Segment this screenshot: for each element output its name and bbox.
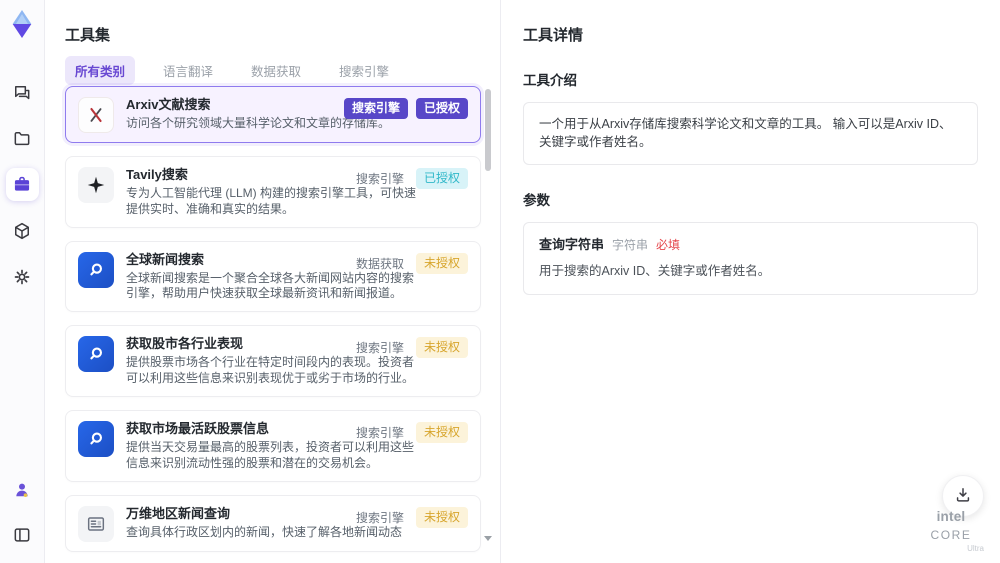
auth-status-badge: 未授权 (415, 252, 468, 274)
rail-nav (5, 76, 39, 293)
tool-card-active-stocks[interactable]: 获取市场最活跃股票信息 提供当天交易量最高的股票列表，投资者可以利用这些信息来识… (65, 409, 481, 482)
parameter-name: 查询字符串 (539, 237, 605, 252)
tool-card-global-news[interactable]: 全球新闻搜索 全球新闻搜索是一个聚合全球各大新闻网站内容的搜索引擎，帮助用户快速… (65, 240, 481, 313)
tool-description: 提供股票市场各个行业在特定时间段内的表现。投资者可以利用这些信息来识别表现优于或… (126, 355, 415, 386)
tool-card-sector-performance[interactable]: 获取股市各行业表现 提供股票市场各个行业在特定时间段内的表现。投资者可以利用这些… (65, 325, 481, 397)
tool-badges: 搜索引擎 已授权 (343, 98, 468, 119)
news-search-icon (78, 251, 114, 288)
tool-card-arxiv[interactable]: Arxiv文献搜索 访问各个研究领域大量科学论文和文章的存储库。 搜索引擎 已授… (65, 86, 481, 143)
params-section-heading: 参数 (523, 193, 550, 208)
list-scrollbar[interactable] (484, 88, 492, 555)
tavily-star-icon (78, 167, 114, 203)
brand-intel-text: intel (936, 509, 966, 525)
cube-icon (12, 221, 32, 241)
tool-card-list: Arxiv文献搜索 访问各个研究领域大量科学论文和文章的存储库。 搜索引擎 已授… (65, 86, 481, 552)
folder-nav-button[interactable] (6, 122, 39, 155)
tool-description: 全球新闻搜索是一个聚合全球各大新闻网站内容的搜索引擎，帮助用户快速获取全球最新资… (126, 270, 415, 301)
stock-search-icon (78, 420, 114, 457)
parameter-description: 用于搜索的Arxiv ID、关键字或作者姓名。 (539, 264, 771, 279)
auth-status-badge: 未授权 (415, 506, 468, 528)
toolset-nav-button[interactable] (5, 168, 39, 201)
auth-status-badge: 未授权 (415, 337, 468, 359)
tool-card-regional-news[interactable]: 万维地区新闻查询 查询具体行政区划内的新闻，快速了解各地新闻动态 搜索引擎 未授… (65, 494, 481, 552)
toolset-pane: 工具集 所有类别 语言翻译 数据获取 搜索引擎 Arxiv文献搜索 访问各个研究… (45, 0, 500, 563)
tab-all-categories[interactable]: 所有类别 (65, 56, 136, 85)
category-label: 搜索引擎 (355, 425, 404, 440)
parameter-type: 字符串 (612, 238, 649, 252)
user-avatar-icon (12, 480, 32, 500)
gear-icon (12, 267, 32, 287)
models-nav-button[interactable] (6, 214, 39, 247)
tool-badges: 数据获取 未授权 (355, 252, 468, 274)
chat-icon (12, 83, 32, 103)
auth-status-badge: 已授权 (415, 98, 468, 119)
category-label: 搜索引擎 (355, 341, 404, 356)
category-tabs: 所有类别 语言翻译 数据获取 搜索引擎 (65, 56, 399, 85)
tool-badges: 搜索引擎 未授权 (355, 421, 468, 443)
tool-description: 提供当天交易量最高的股票列表，投资者可以利用这些信息来识别流动性强的股票和潜在的… (126, 439, 415, 470)
tool-card-tavily[interactable]: Tavily搜索 专为人工智能代理 (LLM) 构建的搜索引擎工具，可快速提供实… (65, 156, 481, 228)
folder-icon (12, 129, 32, 149)
parameter-box: 查询字符串 字符串 必填 用于搜索的Arxiv ID、关键字或作者姓名。 (523, 222, 978, 295)
intel-core-logo: intel CORE Ultra (914, 508, 988, 554)
tab-search-engine[interactable]: 搜索引擎 (329, 56, 399, 85)
download-icon (953, 485, 973, 508)
app-logo[interactable] (6, 8, 38, 40)
detail-title: 工具详情 (523, 27, 584, 44)
brand-ultra-text: Ultra (967, 544, 984, 554)
tool-detail-pane: 工具详情 工具介绍 一个用于从Arxiv存储库搜索科学论文和文章的工具。 输入可… (500, 0, 1000, 563)
category-label: 数据获取 (355, 256, 404, 271)
auth-status-badge: 未授权 (415, 421, 468, 443)
tool-intro-text: 一个用于从Arxiv存储库搜索科学论文和文章的工具。 输入可以是Arxiv ID… (539, 117, 952, 149)
brand-core-text: CORE (930, 527, 972, 542)
account-button[interactable] (6, 473, 39, 506)
tab-data-acquisition[interactable]: 数据获取 (241, 56, 311, 85)
collapse-panel-button[interactable] (6, 518, 39, 551)
category-label: 搜索引擎 (355, 172, 404, 186)
arxiv-logo-icon (78, 97, 114, 133)
settings-nav-button[interactable] (6, 260, 39, 293)
briefcase-icon (12, 175, 32, 195)
parameter-header: 查询字符串 字符串 必填 (539, 236, 962, 254)
toolset-title: 工具集 (65, 27, 111, 44)
panel-toggle-icon (12, 525, 32, 545)
tool-badges: 搜索引擎 未授权 (355, 506, 468, 528)
tool-badges: 搜索引擎 未授权 (355, 337, 468, 359)
stock-search-icon (78, 336, 114, 373)
category-label: 搜索引擎 (355, 510, 404, 525)
scrollbar-down-arrow[interactable] (484, 536, 492, 541)
auth-status-badge: 已授权 (415, 168, 468, 189)
category-badge: 搜索引擎 (343, 98, 408, 119)
chat-nav-button[interactable] (6, 76, 39, 109)
scrollbar-thumb[interactable] (485, 89, 491, 171)
parameter-required-flag: 必填 (656, 238, 681, 252)
tab-language-translation[interactable]: 语言翻译 (153, 56, 223, 85)
tool-badges: 搜索引擎 已授权 (356, 168, 468, 189)
tool-description: 专为人工智能代理 (LLM) 构建的搜索引擎工具，可快速提供实时、准确和真实的结… (126, 186, 417, 216)
newspaper-icon (78, 505, 114, 542)
nav-rail (0, 0, 45, 563)
intro-section-heading: 工具介绍 (523, 73, 577, 88)
rail-bottom (0, 473, 44, 551)
tool-intro-box: 一个用于从Arxiv存储库搜索科学论文和文章的工具。 输入可以是Arxiv ID… (523, 102, 978, 165)
